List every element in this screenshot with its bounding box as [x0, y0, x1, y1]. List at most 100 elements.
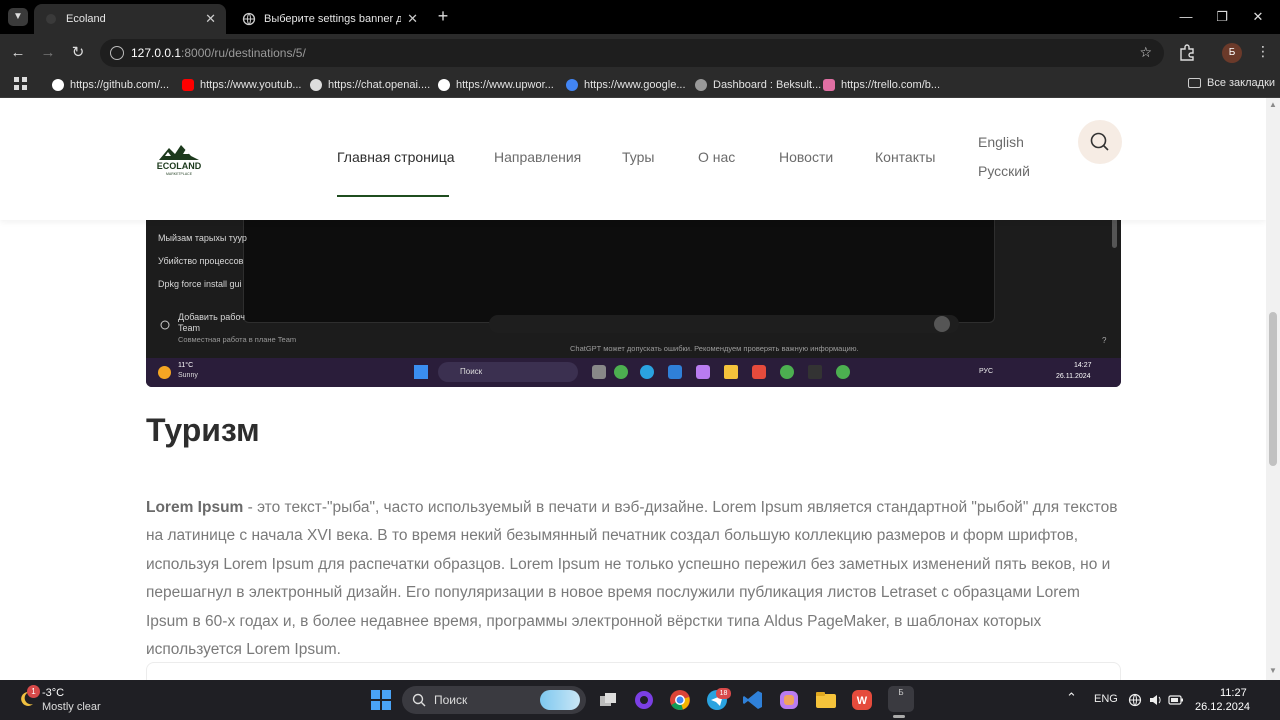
site-favicon-icon: [46, 14, 56, 24]
image-search-box: Поиск: [438, 362, 578, 382]
site-header: ECOLAND MARKETPLACE Главная строница Нап…: [0, 98, 1266, 220]
accordion-card[interactable]: [146, 662, 1121, 680]
windows-taskbar: 1 -3°C Mostly clear Поиск 18 W Б ⌃ ENG 1…: [0, 680, 1280, 720]
image-add-title: Добавить рабоч: [178, 312, 245, 322]
bookmark-github[interactable]: https://github.com/...: [52, 77, 169, 93]
paragraph-lead: Lorem Ipsum: [146, 499, 244, 516]
tray-overflow-chevron-icon[interactable]: ⌃: [1066, 690, 1077, 706]
vscode-icon[interactable]: [741, 688, 765, 712]
image-taskbar: 11°C Sunny Поиск РУС 14:27 26.11.2024: [146, 358, 1121, 387]
minimize-button[interactable]: —: [1176, 8, 1196, 26]
nav-about[interactable]: О нас: [698, 149, 735, 165]
page-title: Туризм: [146, 412, 260, 448]
restore-button[interactable]: ❐: [1212, 8, 1232, 26]
page-scrollbar[interactable]: ▲ ▼: [1266, 98, 1280, 680]
close-window-button[interactable]: ✕: [1248, 8, 1268, 26]
file-explorer-icon[interactable]: [814, 688, 838, 712]
new-tab-button[interactable]: +: [434, 7, 452, 26]
reload-icon[interactable]: ↻: [68, 43, 88, 63]
bookmark-google[interactable]: https://www.google...: [566, 77, 686, 93]
webpage: ECOLAND MARKETPLACE Главная строница Нап…: [0, 98, 1266, 680]
copilot-app-icon[interactable]: [777, 688, 801, 712]
extensions-icon[interactable]: [1178, 43, 1196, 61]
site-info-icon[interactable]: [110, 46, 124, 60]
image-app-icon: [592, 365, 606, 379]
bookmark-trello[interactable]: https://trello.com/b...: [823, 77, 940, 93]
image-app-icon: [696, 365, 710, 379]
nav-contacts[interactable]: Контакты: [875, 149, 935, 165]
image-add-sub: Совместная работа в плане Team: [178, 335, 297, 344]
image-app-icon: [752, 365, 766, 379]
image-weather-temp: 11°C: [178, 362, 194, 369]
scroll-up-arrow-icon[interactable]: ▲: [1269, 100, 1277, 109]
weather-desc[interactable]: Mostly clear: [42, 701, 101, 713]
telegram-badge: 18: [716, 688, 731, 699]
search-highlight-icon: [540, 690, 580, 710]
taskbar-search[interactable]: Поиск: [402, 686, 586, 714]
tab-close-icon[interactable]: ✕: [407, 11, 418, 27]
profile-app-icon[interactable]: Б: [888, 686, 914, 712]
bookmark-youtube[interactable]: https://www.youtub...: [182, 77, 302, 93]
bookmark-upwork[interactable]: https://www.upwor...: [438, 77, 554, 93]
menu-kebab-icon[interactable]: ⋮: [1256, 43, 1270, 60]
tab-ecoland[interactable]: Ecoland ✕: [34, 4, 226, 34]
image-app-icon: [780, 365, 794, 379]
nav-home[interactable]: Главная строница: [337, 149, 455, 165]
search-icon: [412, 693, 426, 707]
lang-russian[interactable]: Русский: [978, 163, 1030, 179]
image-sun-icon: [158, 366, 171, 379]
address-bar[interactable]: 127.0.0.1:8000/ru/destinations/5/ ☆: [100, 39, 1164, 67]
ecoland-logo[interactable]: ECOLAND MARKETPLACE: [155, 142, 203, 178]
task-view-icon[interactable]: [596, 688, 620, 712]
tab-settings-banner[interactable]: Выберите settings banner для ✕: [232, 4, 428, 34]
image-tray-lang: РУС: [979, 368, 994, 375]
description-paragraph: Lorem Ipsum - это текст-"рыба", часто ис…: [146, 494, 1120, 664]
image-sidebar-item: Dpkg force install gui: [158, 279, 242, 289]
image-app-icon: [808, 365, 822, 379]
image-add-title2: Team: [178, 323, 201, 333]
all-bookmarks-button[interactable]: Все закладки: [1188, 77, 1275, 89]
windows-start-icon[interactable]: [370, 689, 392, 711]
dashboard-icon: [695, 79, 707, 91]
battery-icon[interactable]: [1168, 694, 1184, 706]
image-shield-icon: [160, 320, 170, 330]
url-text[interactable]: 127.0.0.1:8000/ru/destinations/5/: [131, 46, 306, 60]
svg-text:W: W: [857, 695, 868, 707]
image-app-icon: [836, 365, 850, 379]
tab-search-button[interactable]: ▼: [8, 8, 28, 26]
back-arrow-icon[interactable]: ←: [8, 43, 28, 63]
bookmark-openai[interactable]: https://chat.openai....: [310, 77, 430, 93]
browser-toolbar: ← → ↻ 127.0.0.1:8000/ru/destinations/5/ …: [0, 34, 1280, 72]
nav-news[interactable]: Новости: [779, 149, 833, 165]
input-language[interactable]: ENG: [1094, 693, 1118, 705]
tab-title: Ecoland: [66, 13, 106, 25]
scroll-down-arrow-icon[interactable]: ▼: [1269, 666, 1277, 675]
forward-arrow-icon[interactable]: →: [38, 43, 58, 63]
image-chat-input: [489, 315, 959, 333]
nav-tours[interactable]: Туры: [622, 149, 654, 165]
network-globe-icon[interactable]: [1128, 693, 1142, 707]
bookmark-dashboard[interactable]: Dashboard : Beksult...: [695, 77, 821, 93]
nav-destinations[interactable]: Направления: [494, 149, 581, 165]
image-weather-desc: Sunny: [178, 372, 198, 379]
clock-time[interactable]: 11:27: [1220, 687, 1247, 699]
trello-icon: [823, 79, 835, 91]
search-button[interactable]: [1078, 120, 1122, 164]
chrome-icon[interactable]: [668, 688, 692, 712]
scroll-thumb[interactable]: [1269, 312, 1277, 466]
lang-english[interactable]: English: [978, 134, 1024, 150]
bookmark-star-icon[interactable]: ☆: [1139, 44, 1152, 61]
wps-office-icon[interactable]: W: [850, 688, 874, 712]
weather-temp[interactable]: -3°C: [42, 687, 64, 699]
apps-grid-icon[interactable]: [14, 77, 28, 91]
volume-icon[interactable]: [1148, 693, 1162, 707]
profile-avatar[interactable]: Б: [1222, 43, 1242, 63]
clock-date[interactable]: 26.12.2024: [1195, 701, 1250, 713]
image-start-icon: [414, 365, 428, 379]
tab-close-icon[interactable]: ✕: [205, 11, 216, 27]
globe-icon: [242, 12, 256, 26]
image-clock-date: 26.11.2024: [1056, 373, 1091, 380]
copilot-icon[interactable]: [632, 688, 656, 712]
svg-text:MARKETPLACE: MARKETPLACE: [166, 172, 193, 176]
image-disclaimer: ChatGPT может допускать ошибки. Рекоменд…: [570, 344, 859, 353]
